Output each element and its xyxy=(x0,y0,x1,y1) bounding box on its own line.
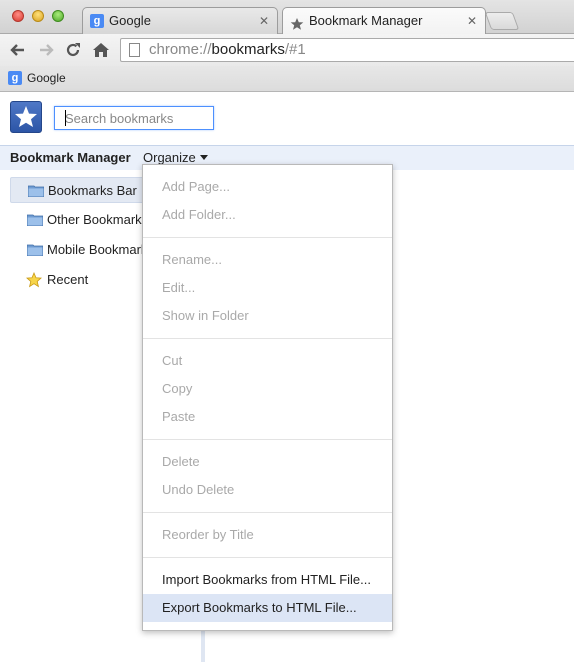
google-g-icon: g xyxy=(90,14,104,28)
folder-icon xyxy=(27,214,43,226)
bookmark-manager-logo xyxy=(10,101,42,133)
page-icon xyxy=(129,43,140,57)
organize-menu-button[interactable]: Organize xyxy=(143,150,208,165)
address-bar[interactable]: chrome://bookmarks/#1 xyxy=(120,38,574,62)
menu-separator xyxy=(143,512,392,513)
menu-item-import-bookmarks[interactable]: Import Bookmarks from HTML File... xyxy=(143,566,392,594)
navigation-toolbar: chrome://bookmarks/#1 xyxy=(0,34,574,66)
back-arrow-icon[interactable] xyxy=(8,40,28,60)
close-icon[interactable]: ✕ xyxy=(259,8,269,34)
address-url: chrome://bookmarks/#1 xyxy=(149,41,306,58)
tab-google[interactable]: g Google ✕ xyxy=(82,7,278,35)
google-g-icon: g xyxy=(8,71,22,85)
text-caret xyxy=(65,110,66,126)
bookmarks-bar: g Google xyxy=(0,66,574,92)
menu-item-delete[interactable]: Delete xyxy=(143,448,392,476)
search-bookmarks-input[interactable] xyxy=(54,106,214,130)
home-icon[interactable] xyxy=(91,40,111,60)
menu-item-undo-delete[interactable]: Undo Delete xyxy=(143,476,392,504)
folder-icon xyxy=(27,244,43,256)
folder-icon xyxy=(28,185,44,197)
organize-menu: Add Page... Add Folder... Rename... Edit… xyxy=(142,164,393,631)
tab-title: Bookmark Manager xyxy=(309,13,423,28)
close-window-button[interactable] xyxy=(12,10,24,22)
bookmark-google[interactable]: g Google xyxy=(8,70,66,86)
tree-item-label: Mobile Bookmarks xyxy=(47,242,154,257)
tree-item-label: Bookmarks Bar xyxy=(48,183,137,198)
menu-item-reorder-by-title[interactable]: Reorder by Title xyxy=(143,521,392,549)
menu-item-rename[interactable]: Rename... xyxy=(143,246,392,274)
star-icon xyxy=(290,14,304,30)
menu-item-add-page[interactable]: Add Page... xyxy=(143,173,392,201)
zoom-window-button[interactable] xyxy=(52,10,64,22)
tab-strip: g Google ✕ Bookmark Manager ✕ xyxy=(0,0,574,35)
menu-item-export-bookmarks[interactable]: Export Bookmarks to HTML File... xyxy=(143,594,392,622)
chevron-down-icon xyxy=(199,155,208,160)
bookmark-label: Google xyxy=(27,71,66,85)
menu-item-cut[interactable]: Cut xyxy=(143,347,392,375)
menu-separator xyxy=(143,557,392,558)
menu-separator xyxy=(143,237,392,238)
new-tab-button[interactable] xyxy=(484,12,520,30)
page-title: Bookmark Manager xyxy=(10,150,131,165)
reload-icon[interactable] xyxy=(63,40,83,60)
menu-separator xyxy=(143,439,392,440)
star-icon xyxy=(26,272,42,288)
tab-bookmark-manager[interactable]: Bookmark Manager ✕ xyxy=(282,7,486,35)
menu-item-paste[interactable]: Paste xyxy=(143,403,392,431)
tab-title: Google xyxy=(109,13,151,28)
menu-item-copy[interactable]: Copy xyxy=(143,375,392,403)
tree-item-label: Recent xyxy=(47,272,89,287)
minimize-window-button[interactable] xyxy=(32,10,44,22)
menu-item-edit[interactable]: Edit... xyxy=(143,274,392,302)
menu-item-add-folder[interactable]: Add Folder... xyxy=(143,201,392,229)
forward-arrow-icon[interactable] xyxy=(36,40,56,60)
tree-item-label: Other Bookmarks xyxy=(47,212,149,227)
close-icon[interactable]: ✕ xyxy=(467,8,477,34)
pane-splitter[interactable] xyxy=(201,630,205,662)
menu-separator xyxy=(143,338,392,339)
menu-item-show-in-folder[interactable]: Show in Folder xyxy=(143,302,392,330)
